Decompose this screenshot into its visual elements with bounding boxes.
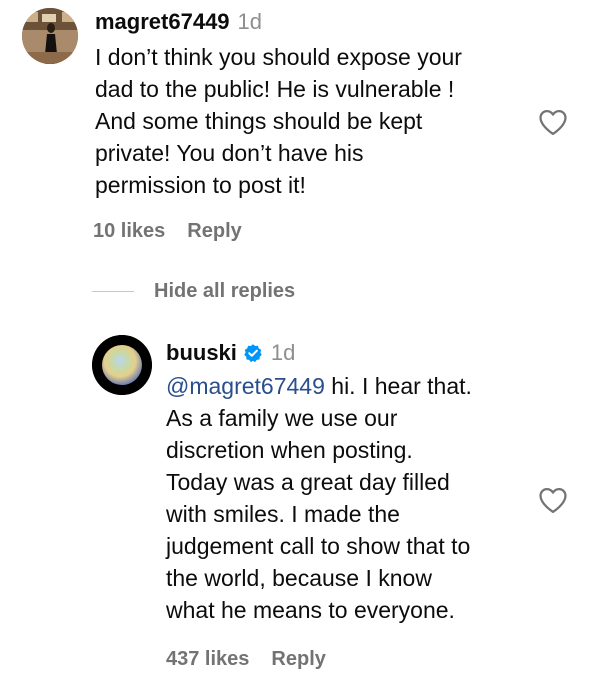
- timestamp: 1d: [237, 9, 263, 34]
- likes-count[interactable]: 437 likes: [166, 648, 249, 671]
- heart-outline-icon[interactable]: [538, 486, 568, 514]
- reply-button[interactable]: Reply: [187, 220, 241, 243]
- hide-replies-button[interactable]: Hide all replies: [154, 280, 295, 303]
- comment-line-text: hi. I hear that.: [324, 373, 472, 399]
- comment-line: what he means to everyone.: [166, 597, 455, 623]
- avatar-photo: [92, 335, 152, 395]
- comment-line: discretion when posting.: [166, 437, 413, 463]
- username[interactable]: magret67449: [95, 9, 230, 35]
- avatar-photo: [22, 8, 78, 64]
- timestamp: 1d: [270, 340, 296, 365]
- reply-text: @magret67449 hi. I hear that. As a famil…: [166, 370, 536, 626]
- comment-header: buuski 1d: [166, 340, 295, 366]
- mention-link[interactable]: @magret67449: [166, 373, 325, 399]
- reply-button[interactable]: Reply: [271, 648, 325, 671]
- comment-line: with smiles. I made the: [166, 501, 400, 527]
- comment-actions: 10 likes Reply: [93, 220, 242, 243]
- comment-line: the world, because I know: [166, 565, 432, 591]
- comment-text: I don’t think you should expose your dad…: [95, 41, 535, 201]
- comment-header: magret67449 1d: [95, 9, 262, 35]
- comment-line: private! You don’t have his: [95, 140, 364, 166]
- verified-badge-icon: [244, 344, 262, 363]
- avatar[interactable]: [22, 8, 78, 64]
- avatar[interactable]: [92, 335, 152, 395]
- hide-replies-row: Hide all replies: [92, 280, 295, 303]
- comment-line: dad to the public! He is vulnerable !: [95, 76, 455, 102]
- divider-line: [92, 291, 134, 292]
- likes-count[interactable]: 10 likes: [93, 220, 165, 243]
- comment-line: judgement call to show that to: [166, 533, 471, 559]
- comment-line: I don’t think you should expose your: [95, 44, 462, 70]
- comment-line: As a family we use our: [166, 405, 398, 431]
- heart-outline-icon[interactable]: [538, 108, 568, 136]
- comment-actions: 437 likes Reply: [166, 648, 326, 671]
- comment-line: permission to post it!: [95, 172, 306, 198]
- comment-line: And some things should be kept: [95, 108, 423, 134]
- username[interactable]: buuski: [166, 340, 237, 366]
- comment-line: Today was a great day filled: [166, 469, 450, 495]
- comment-line: @magret67449 hi. I hear that.: [166, 370, 536, 402]
